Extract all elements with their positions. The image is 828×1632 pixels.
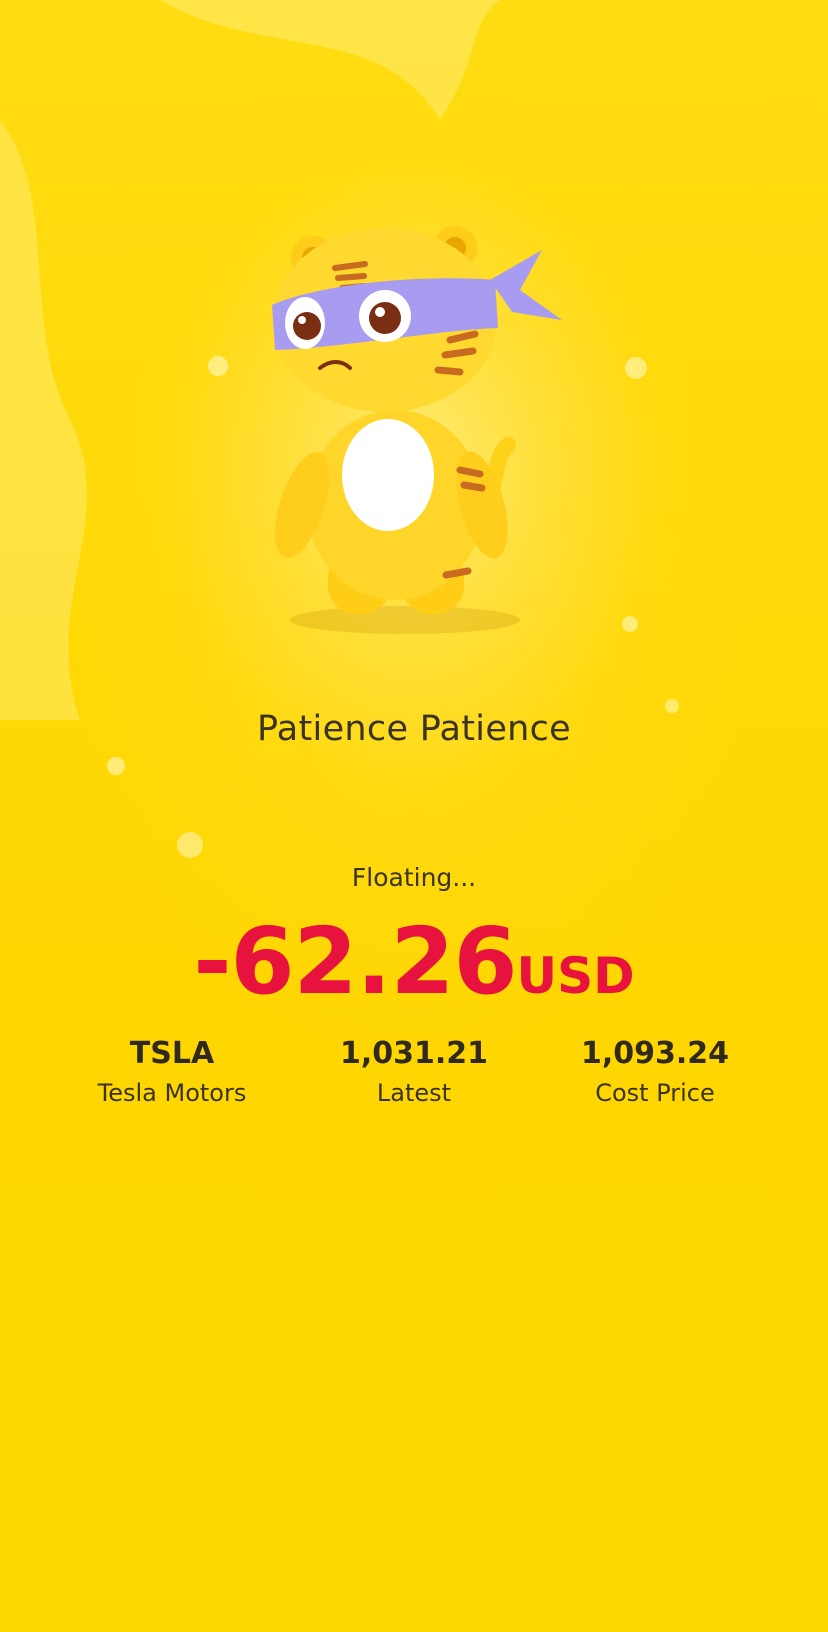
cost-price: 1,093.24 bbox=[580, 1036, 730, 1071]
pnl-value: -62.26 bbox=[193, 908, 517, 1015]
page-title: Patience Patience bbox=[256, 709, 572, 749]
stat-symbol: TSLA Tesla Motors bbox=[42, 1036, 302, 1107]
stock-name: Tesla Motors bbox=[97, 1079, 247, 1107]
pnl-amount: -62.26USD bbox=[0, 908, 828, 1015]
cost-label: Cost Price bbox=[595, 1079, 715, 1107]
stat-latest: 1,031.21 Latest bbox=[284, 1036, 544, 1107]
latest-price: 1,031.21 bbox=[339, 1036, 489, 1071]
pnl-currency: USD bbox=[516, 947, 635, 1005]
stat-cost: 1,093.24 Cost Price bbox=[525, 1036, 785, 1107]
latest-label: Latest bbox=[376, 1079, 452, 1107]
status-text: Floating... bbox=[351, 863, 477, 892]
stock-symbol: TSLA bbox=[129, 1036, 215, 1071]
tiger-mascot-icon bbox=[272, 226, 562, 634]
